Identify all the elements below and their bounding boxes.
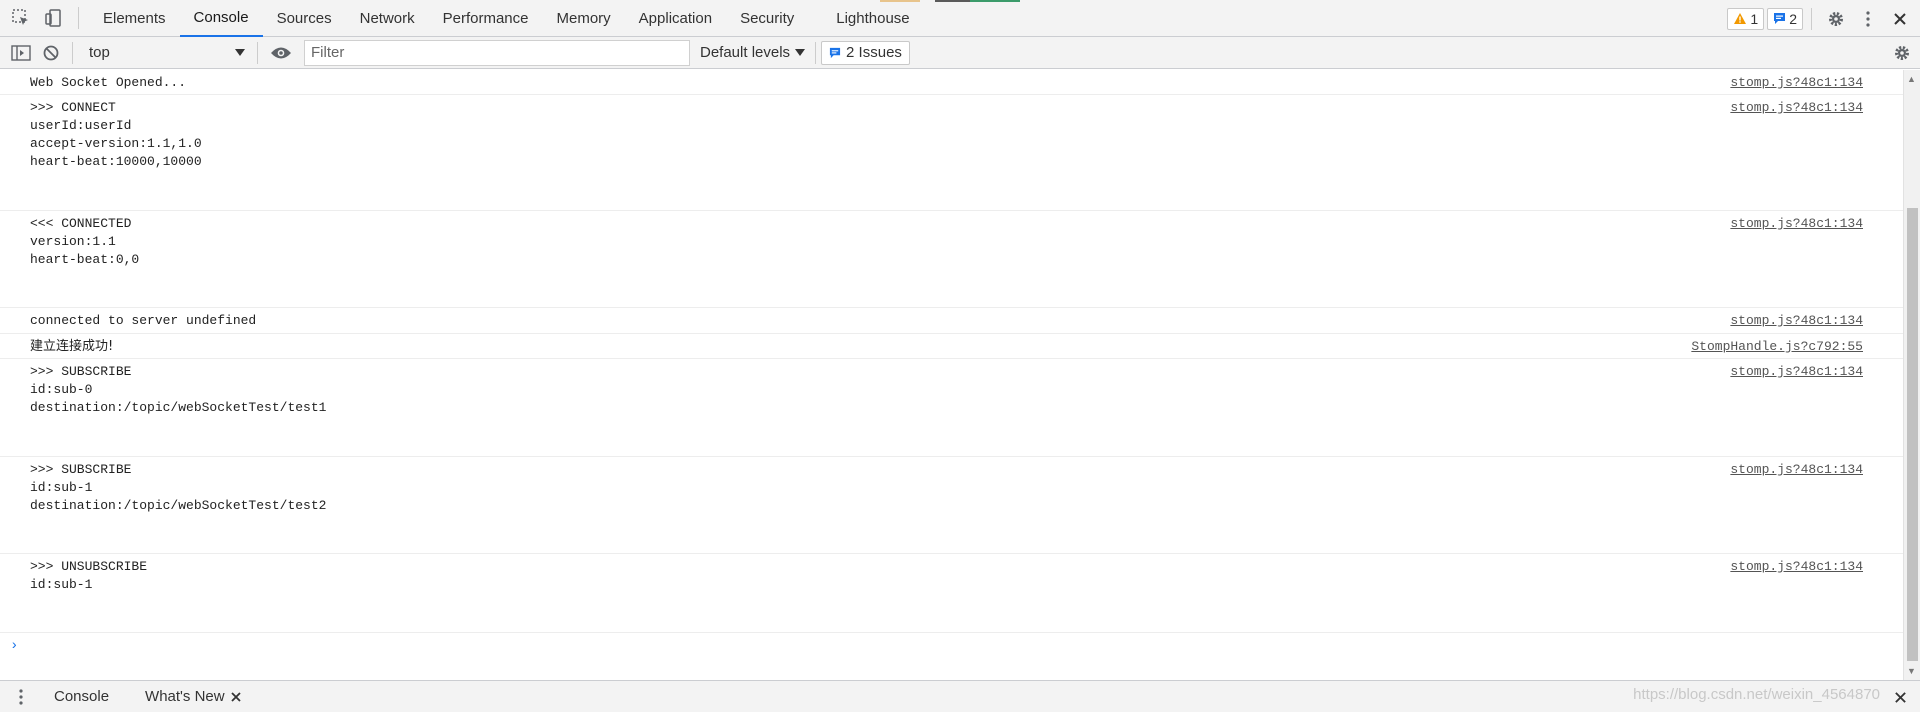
console-message: Web Socket Opened... stomp.js?48c1:134 (0, 70, 1903, 95)
console-prompt-chevron-icon[interactable]: › (10, 638, 18, 654)
console-message: <<< CONNECTED version:1.1 heart-beat:0,0… (0, 211, 1903, 308)
settings-gear-icon[interactable] (1820, 3, 1852, 35)
message-icon (829, 47, 841, 58)
devtools-tab-bar: Elements Console Sources Network Perform… (0, 0, 1920, 37)
top-accent-strip (880, 0, 920, 2)
console-message: connected to server undefined stomp.js?4… (0, 308, 1903, 334)
console-message: >>> SUBSCRIBE id:sub-1 destination:/topi… (0, 457, 1903, 554)
message-source-link[interactable]: stomp.js?48c1:134 (1730, 558, 1863, 576)
device-toolbar-icon[interactable] (38, 3, 68, 33)
message-source-link[interactable]: StompHandle.js?c792:55 (1691, 338, 1863, 356)
toolbar-divider (815, 41, 817, 64)
tab-bar-actions: 1 2 (1727, 0, 1920, 37)
message-icon (1774, 13, 1786, 24)
scrollbar-thumb[interactable] (1907, 208, 1918, 661)
console-message: >>> UNSUBSCRIBE id:sub-1 stomp.js?48c1:1… (0, 554, 1903, 633)
drawer-tab-label: What's New (145, 688, 225, 705)
messages-badge[interactable]: 2 (1767, 7, 1803, 30)
message-text: 建立连接成功! (30, 339, 114, 354)
tab-application[interactable]: Application (625, 0, 726, 37)
console-toolbar: top Default levels 2 Issues (0, 37, 1920, 69)
console-scrollbar[interactable]: ▲ ▼ (1903, 70, 1920, 680)
inspect-element-icon[interactable] (6, 3, 36, 33)
message-source-link[interactable]: stomp.js?48c1:134 (1730, 461, 1863, 479)
toolbar-divider (1811, 7, 1812, 30)
tab-memory[interactable]: Memory (543, 0, 625, 37)
message-source-link[interactable]: stomp.js?48c1:134 (1730, 99, 1863, 117)
message-text: connected to server undefined (30, 313, 257, 328)
log-levels-label: Default levels (700, 44, 791, 61)
tab-lighthouse[interactable]: Lighthouse (822, 0, 923, 37)
messages-count: 2 (1789, 10, 1797, 27)
toolbar-divider (72, 41, 73, 64)
toolbar-divider (257, 41, 258, 64)
tab-network[interactable]: Network (346, 0, 429, 37)
toolbar-divider (78, 7, 79, 29)
clear-console-icon[interactable] (36, 38, 66, 68)
message-text: >>> SUBSCRIBE id:sub-1 destination:/topi… (30, 462, 327, 513)
console-message: >>> CONNECT userId:userId accept-version… (0, 95, 1903, 211)
issues-button[interactable]: 2 Issues (821, 40, 910, 65)
top-accent-strip (935, 0, 970, 2)
show-sidebar-icon[interactable] (6, 38, 36, 68)
top-accent-strip (970, 0, 1020, 2)
console-settings-gear-icon[interactable] (1886, 37, 1918, 69)
console-output: Web Socket Opened... stomp.js?48c1:134 >… (0, 70, 1903, 680)
close-drawer-icon[interactable] (1884, 681, 1916, 712)
console-message: 建立连接成功! StompHandle.js?c792:55 (0, 334, 1903, 359)
message-source-link[interactable]: stomp.js?48c1:134 (1730, 74, 1863, 92)
drawer-tab-console[interactable]: Console (40, 688, 123, 705)
message-text: >>> SUBSCRIBE id:sub-0 destination:/topi… (30, 364, 327, 415)
tab-sources[interactable]: Sources (263, 0, 346, 37)
drawer-menu-icon[interactable] (8, 681, 34, 712)
scroll-down-arrow-icon[interactable]: ▼ (1907, 666, 1916, 676)
context-selector[interactable]: top (81, 41, 251, 65)
drawer-tab-bar: Console What's New (0, 680, 1920, 712)
more-options-icon[interactable] (1852, 3, 1884, 35)
context-value: top (89, 44, 110, 61)
console-message: >>> SUBSCRIBE id:sub-0 destination:/topi… (0, 359, 1903, 457)
warnings-count: 1 (1750, 10, 1759, 27)
scroll-up-arrow-icon[interactable]: ▲ (1907, 74, 1916, 84)
drawer-tab-label: Console (54, 688, 110, 705)
warning-icon (1734, 13, 1747, 24)
log-levels-dropdown[interactable]: Default levels (700, 44, 806, 61)
console-filter-input[interactable] (304, 39, 690, 66)
live-expression-eye-icon[interactable] (266, 38, 296, 68)
message-text: <<< CONNECTED version:1.1 heart-beat:0,0 (30, 216, 140, 267)
drawer-tab-whats-new[interactable]: What's New (131, 688, 255, 705)
close-tab-icon[interactable] (230, 691, 241, 702)
tab-console[interactable]: Console (179, 0, 263, 37)
watermark-text: https://blog.csdn.net/weixin_4564870 (1633, 686, 1880, 703)
tab-performance[interactable]: Performance (429, 0, 543, 37)
message-source-link[interactable]: stomp.js?48c1:134 (1730, 215, 1863, 233)
message-text: >>> UNSUBSCRIBE id:sub-1 (30, 559, 148, 592)
message-text: Web Socket Opened... (30, 75, 187, 90)
close-devtools-icon[interactable] (1884, 3, 1916, 35)
dropdown-triangle-icon (795, 49, 806, 56)
tab-elements[interactable]: Elements (89, 0, 180, 37)
warnings-badge[interactable]: 1 (1727, 7, 1765, 30)
issues-label: 2 Issues (846, 44, 902, 61)
message-text: >>> CONNECT userId:userId accept-version… (30, 100, 202, 169)
message-source-link[interactable]: stomp.js?48c1:134 (1730, 312, 1863, 330)
tab-security[interactable]: Security (726, 0, 808, 37)
dropdown-triangle-icon (235, 49, 245, 56)
message-source-link[interactable]: stomp.js?48c1:134 (1730, 363, 1863, 381)
